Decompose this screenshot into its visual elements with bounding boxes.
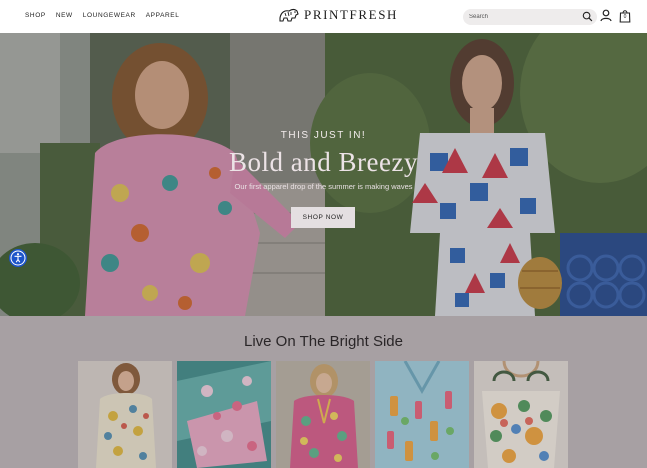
logo-text: PRINTFRESH: [304, 7, 399, 22]
accessibility-icon: [10, 250, 26, 266]
card-shade: [78, 361, 172, 468]
card-shade: [375, 361, 469, 468]
hero-subtitle: Our first apparel drop of the summer is …: [234, 182, 413, 191]
card-shade: [474, 361, 568, 468]
nav-apparel[interactable]: APPAREL: [146, 12, 180, 19]
nav-loungewear[interactable]: LOUNGEWEAR: [83, 12, 136, 19]
site-header: SHOP NEW LOUNGEWEAR APPAREL PRINTFRESH 0: [0, 0, 647, 33]
account-icon[interactable]: [600, 9, 612, 22]
product-card[interactable]: [78, 361, 172, 468]
site-logo[interactable]: PRINTFRESH: [278, 6, 398, 24]
search-icon[interactable]: [582, 11, 593, 22]
product-card[interactable]: [375, 361, 469, 468]
card-shade: [276, 361, 370, 468]
product-card[interactable]: [474, 361, 568, 468]
hero-title: Bold and Breezy: [229, 147, 418, 177]
cart-button[interactable]: 0: [619, 9, 631, 28]
logo-tiger-icon: [279, 8, 299, 22]
main-nav: SHOP NEW LOUNGEWEAR APPAREL: [25, 12, 179, 19]
accessibility-button[interactable]: [9, 249, 27, 267]
nav-shop[interactable]: SHOP: [25, 12, 46, 19]
hero-kicker: THIS JUST IN!: [280, 130, 367, 141]
shop-now-button[interactable]: SHOP NOW: [291, 207, 355, 228]
product-card[interactable]: [276, 361, 370, 468]
search-bar[interactable]: [463, 9, 597, 25]
cart-count: 0: [623, 14, 627, 20]
hero-banner[interactable]: THIS JUST IN! Bold and Breezy Our first …: [0, 33, 647, 316]
search-input[interactable]: [469, 11, 579, 23]
nav-new[interactable]: NEW: [56, 12, 73, 19]
featured-section: Live On The Bright Side: [0, 316, 647, 468]
card-shade: [177, 361, 271, 468]
section-title: Live On The Bright Side: [244, 333, 403, 350]
product-card[interactable]: [177, 361, 271, 468]
